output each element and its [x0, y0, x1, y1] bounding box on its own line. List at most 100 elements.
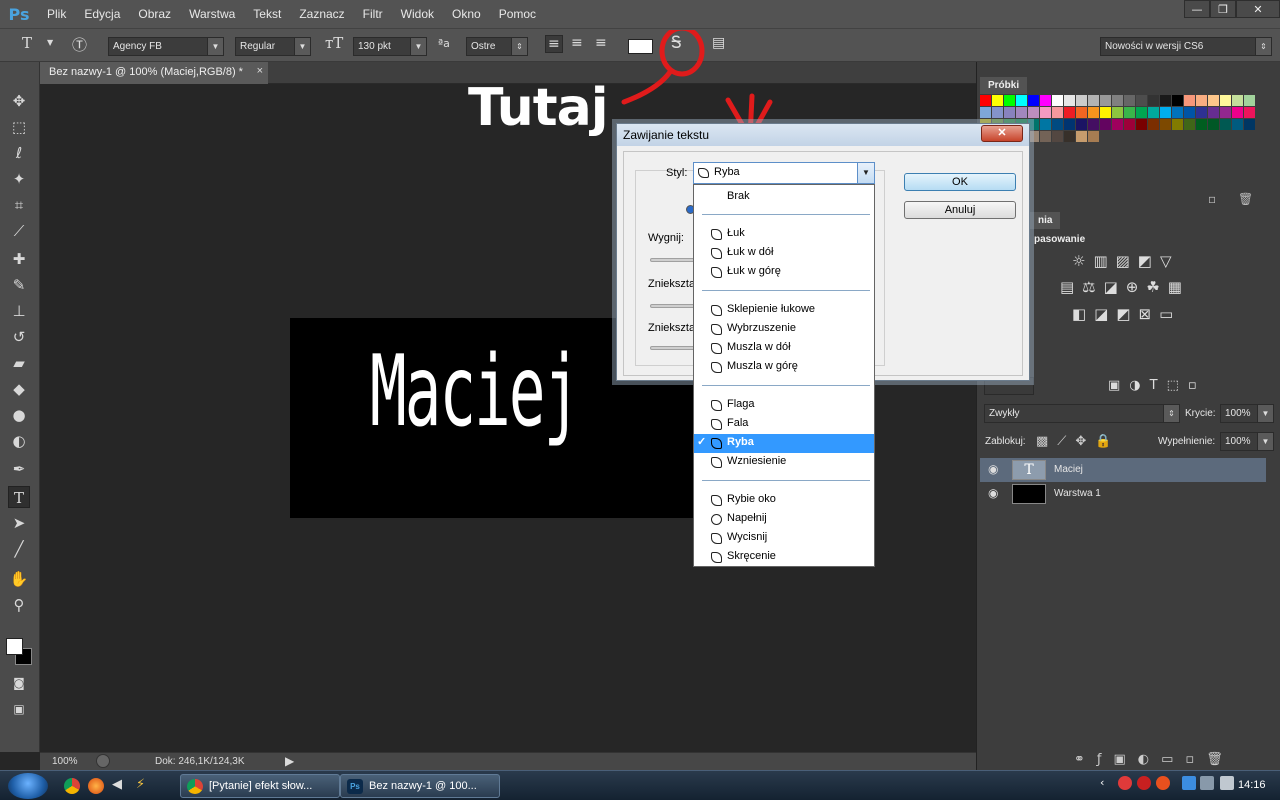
- color-swatch[interactable]: [1244, 95, 1255, 106]
- color-swatch[interactable]: [1232, 107, 1243, 118]
- color-swatch[interactable]: [1184, 95, 1195, 106]
- color-swatch[interactable]: [992, 107, 1003, 118]
- brush-tool-icon[interactable]: ✎: [8, 274, 30, 296]
- minimize-button[interactable]: —: [1184, 0, 1210, 18]
- menu-widok[interactable]: Widok: [392, 7, 443, 21]
- menu-filtr[interactable]: Filtr: [354, 7, 392, 21]
- style-option-rybie-oko[interactable]: Rybie oko: [694, 491, 874, 510]
- taskbar-item-photoshop[interactable]: Ps Bez nazwy-1 @ 100...: [340, 774, 500, 798]
- color-swatch[interactable]: [1052, 119, 1063, 130]
- color-swatch[interactable]: [1076, 95, 1087, 106]
- tray-expand-icon[interactable]: ‹: [1100, 776, 1104, 789]
- color-swatch[interactable]: [1220, 95, 1231, 106]
- tool-preset-chevron-icon[interactable]: ▼: [47, 38, 53, 47]
- color-swatch[interactable]: [1208, 95, 1219, 106]
- type-tool-icon[interactable]: T: [8, 486, 30, 508]
- firefox-icon[interactable]: [88, 778, 104, 794]
- color-swatch[interactable]: [1196, 95, 1207, 106]
- color-swatch[interactable]: [980, 107, 991, 118]
- tray-security-icon[interactable]: [1118, 776, 1132, 790]
- color-swatch[interactable]: [1052, 95, 1063, 106]
- magic-wand-icon[interactable]: ✦: [8, 168, 30, 190]
- menu-tekst[interactable]: Tekst: [244, 7, 290, 21]
- style-option-luk[interactable]: Łuk: [694, 225, 874, 244]
- trash-icon[interactable]: 🗑: [1238, 192, 1253, 206]
- marquee-tool-icon[interactable]: ⬚: [8, 116, 30, 138]
- tray-opera-icon[interactable]: [1156, 776, 1170, 790]
- color-swatch[interactable]: [1136, 107, 1147, 118]
- menu-okno[interactable]: Okno: [443, 7, 490, 21]
- style-option-fala[interactable]: Fala: [694, 415, 874, 434]
- align-left-icon[interactable]: ≡: [545, 35, 563, 53]
- color-swatch[interactable]: [1172, 95, 1183, 106]
- layer-filter-icons[interactable]: ▣◑T⬚▫: [1108, 378, 1206, 393]
- toggle-orientation-icon[interactable]: Ⓣ: [72, 34, 87, 55]
- color-swatch[interactable]: [1076, 131, 1087, 142]
- color-swatch[interactable]: [1088, 131, 1099, 142]
- style-option-muszla-w-dol[interactable]: Muszla w dół: [694, 339, 874, 358]
- clock[interactable]: 14:16: [1238, 779, 1266, 791]
- speaker-icon[interactable]: ◀: [112, 777, 122, 792]
- crop-tool-icon[interactable]: ⌗: [8, 194, 30, 216]
- color-swatch[interactable]: [1016, 107, 1027, 118]
- color-swatch[interactable]: [1136, 119, 1147, 130]
- blur-tool-icon[interactable]: ●: [8, 404, 30, 426]
- adjustment-icons-row-2[interactable]: ▤⚖◪⊕☘▦: [1060, 278, 1190, 296]
- zoom-level[interactable]: 100%: [52, 756, 78, 767]
- eyedropper-tool-icon[interactable]: ⟋: [8, 220, 30, 242]
- close-window-button[interactable]: ✕: [1236, 0, 1280, 18]
- color-swatch[interactable]: [1064, 95, 1075, 106]
- style-option-skrecenie[interactable]: Skręcenie: [694, 548, 874, 567]
- style-option-wybrzuszenie[interactable]: Wybrzuszenie: [694, 320, 874, 339]
- clone-stamp-icon[interactable]: ⊥: [8, 300, 30, 322]
- style-option-luk-w-gore[interactable]: Łuk w górę: [694, 263, 874, 282]
- tray-antivirus-icon[interactable]: [1137, 776, 1151, 790]
- screen-mode-icon[interactable]: ▣: [8, 698, 30, 720]
- dialog-titlebar[interactable]: Zawijanie tekstu ✕: [617, 124, 1029, 146]
- menu-pomoc[interactable]: Pomoc: [490, 7, 545, 21]
- cancel-button[interactable]: Anuluj: [904, 201, 1016, 219]
- tray-volume-icon[interactable]: [1220, 776, 1234, 790]
- history-brush-icon[interactable]: ↺: [8, 326, 30, 348]
- fill-input[interactable]: 100% ▼: [1220, 432, 1274, 451]
- color-swatch[interactable]: [1232, 119, 1243, 130]
- eye-icon[interactable]: ◉: [988, 462, 998, 476]
- color-swatch[interactable]: [1172, 119, 1183, 130]
- color-swatch[interactable]: [992, 95, 1003, 106]
- color-swatch[interactable]: [980, 95, 991, 106]
- eye-icon[interactable]: ◉: [988, 486, 998, 500]
- dialog-close-button[interactable]: ✕: [981, 125, 1023, 142]
- tray-monitor-icon[interactable]: [1200, 776, 1214, 790]
- color-swatch[interactable]: [1088, 107, 1099, 118]
- color-swatch[interactable]: [1220, 119, 1231, 130]
- eraser-tool-icon[interactable]: ▰: [8, 352, 30, 374]
- color-swatch[interactable]: [1040, 131, 1051, 142]
- color-swatch[interactable]: [1028, 107, 1039, 118]
- style-option-wzniesienie[interactable]: Wzniesienie: [694, 453, 874, 472]
- color-swatch[interactable]: [1244, 107, 1255, 118]
- canvas-text-layer[interactable]: Maciej: [370, 335, 580, 449]
- restore-button[interactable]: ❐: [1210, 0, 1236, 18]
- layer-row-warstwa-1[interactable]: ◉ Warstwa 1: [980, 482, 1266, 506]
- color-swatch[interactable]: [1184, 119, 1195, 130]
- color-swatch[interactable]: [1124, 119, 1135, 130]
- color-swatch[interactable]: [1232, 95, 1243, 106]
- color-swatch[interactable]: [1064, 119, 1075, 130]
- color-swatch[interactable]: [1112, 95, 1123, 106]
- color-swatch[interactable]: [1148, 107, 1159, 118]
- layer-row-maciej[interactable]: ◉ T Maciej: [980, 458, 1266, 482]
- swatches-tab[interactable]: Próbki: [980, 77, 1028, 94]
- healing-brush-icon[interactable]: ✚: [8, 248, 30, 270]
- menu-edycja[interactable]: Edycja: [75, 7, 129, 21]
- style-option-brak[interactable]: Brak: [694, 188, 874, 207]
- line-tool-icon[interactable]: ╱: [8, 538, 30, 560]
- menu-zaznacz[interactable]: Zaznacz: [290, 7, 353, 21]
- color-swatch[interactable]: [1076, 107, 1087, 118]
- path-selection-icon[interactable]: ➤: [8, 512, 30, 534]
- quick-mask-icon[interactable]: ◙: [8, 672, 30, 694]
- color-swatch[interactable]: [1004, 95, 1015, 106]
- style-option-ryba[interactable]: ✓ Ryba: [694, 434, 874, 453]
- color-swatch[interactable]: [1160, 95, 1171, 106]
- color-swatch[interactable]: [1064, 107, 1075, 118]
- color-swatch[interactable]: [1148, 119, 1159, 130]
